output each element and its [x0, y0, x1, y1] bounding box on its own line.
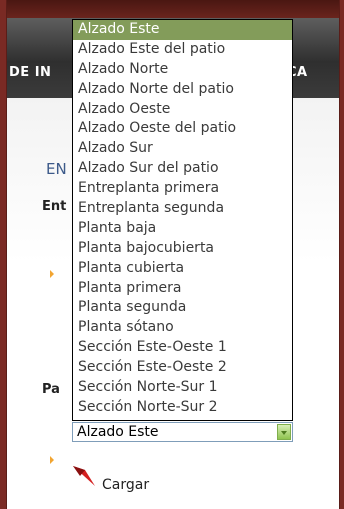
dropdown-option[interactable]: Alzado Norte del patio — [73, 80, 292, 100]
dropdown-option[interactable]: Sección Este-Oeste 2 — [73, 358, 292, 378]
chevron-down-icon[interactable] — [277, 424, 291, 440]
plan-label: Pa — [42, 382, 60, 397]
dropdown-option[interactable]: Planta bajocubierta — [73, 239, 292, 259]
dropdown-option[interactable]: Planta segunda — [73, 298, 292, 318]
dropdown-option[interactable]: Alzado Este del patio — [73, 40, 292, 60]
orange-triangle-bullet-icon — [50, 456, 54, 464]
entreplanta-label: Ent — [42, 199, 67, 214]
plan-select-value: Alzado Este — [77, 424, 159, 440]
dropdown-option[interactable]: Alzado Oeste — [73, 100, 292, 120]
dropdown-option[interactable]: Alzado Sur del patio — [73, 159, 292, 179]
orange-triangle-bullet-icon — [50, 270, 54, 278]
dropdown-option[interactable]: Alzado Sur — [73, 139, 292, 159]
dropdown-option[interactable]: Planta cubierta — [73, 259, 292, 279]
dropdown-option[interactable]: Entreplanta segunda — [73, 199, 292, 219]
dropdown-option[interactable]: Sección Norte-Sur 1 — [73, 378, 292, 398]
dropdown-option[interactable]: Planta baja — [73, 219, 292, 239]
dropdown-option[interactable]: Planta sótano — [73, 318, 292, 338]
dropdown-option[interactable]: Alzado Oeste del patio — [73, 119, 292, 139]
red-arrow-icon[interactable] — [71, 462, 97, 488]
section-title: EN — [46, 160, 67, 178]
dropdown-option[interactable]: Sección Norte-Sur 2 — [73, 398, 292, 418]
load-button[interactable]: Cargar — [102, 477, 149, 493]
dropdown-option[interactable]: Planta primera — [73, 279, 292, 299]
header-title-left: DE IN — [9, 65, 52, 80]
dropdown-option[interactable]: Alzado Este — [73, 20, 292, 40]
page-frame: DE IN CA EN Ent Pa Alzado Este Alzado Es… — [6, 0, 340, 509]
dropdown-option[interactable]: Alzado Norte — [73, 60, 292, 80]
dropdown-option[interactable]: Sección Este-Oeste 1 — [73, 338, 292, 358]
top-bar — [7, 0, 339, 18]
plan-select[interactable]: Alzado Este — [72, 422, 293, 442]
dropdown-option[interactable]: Entreplanta primera — [73, 179, 292, 199]
plan-dropdown-list[interactable]: Alzado Este Alzado Este del patio Alzado N… — [72, 19, 293, 421]
